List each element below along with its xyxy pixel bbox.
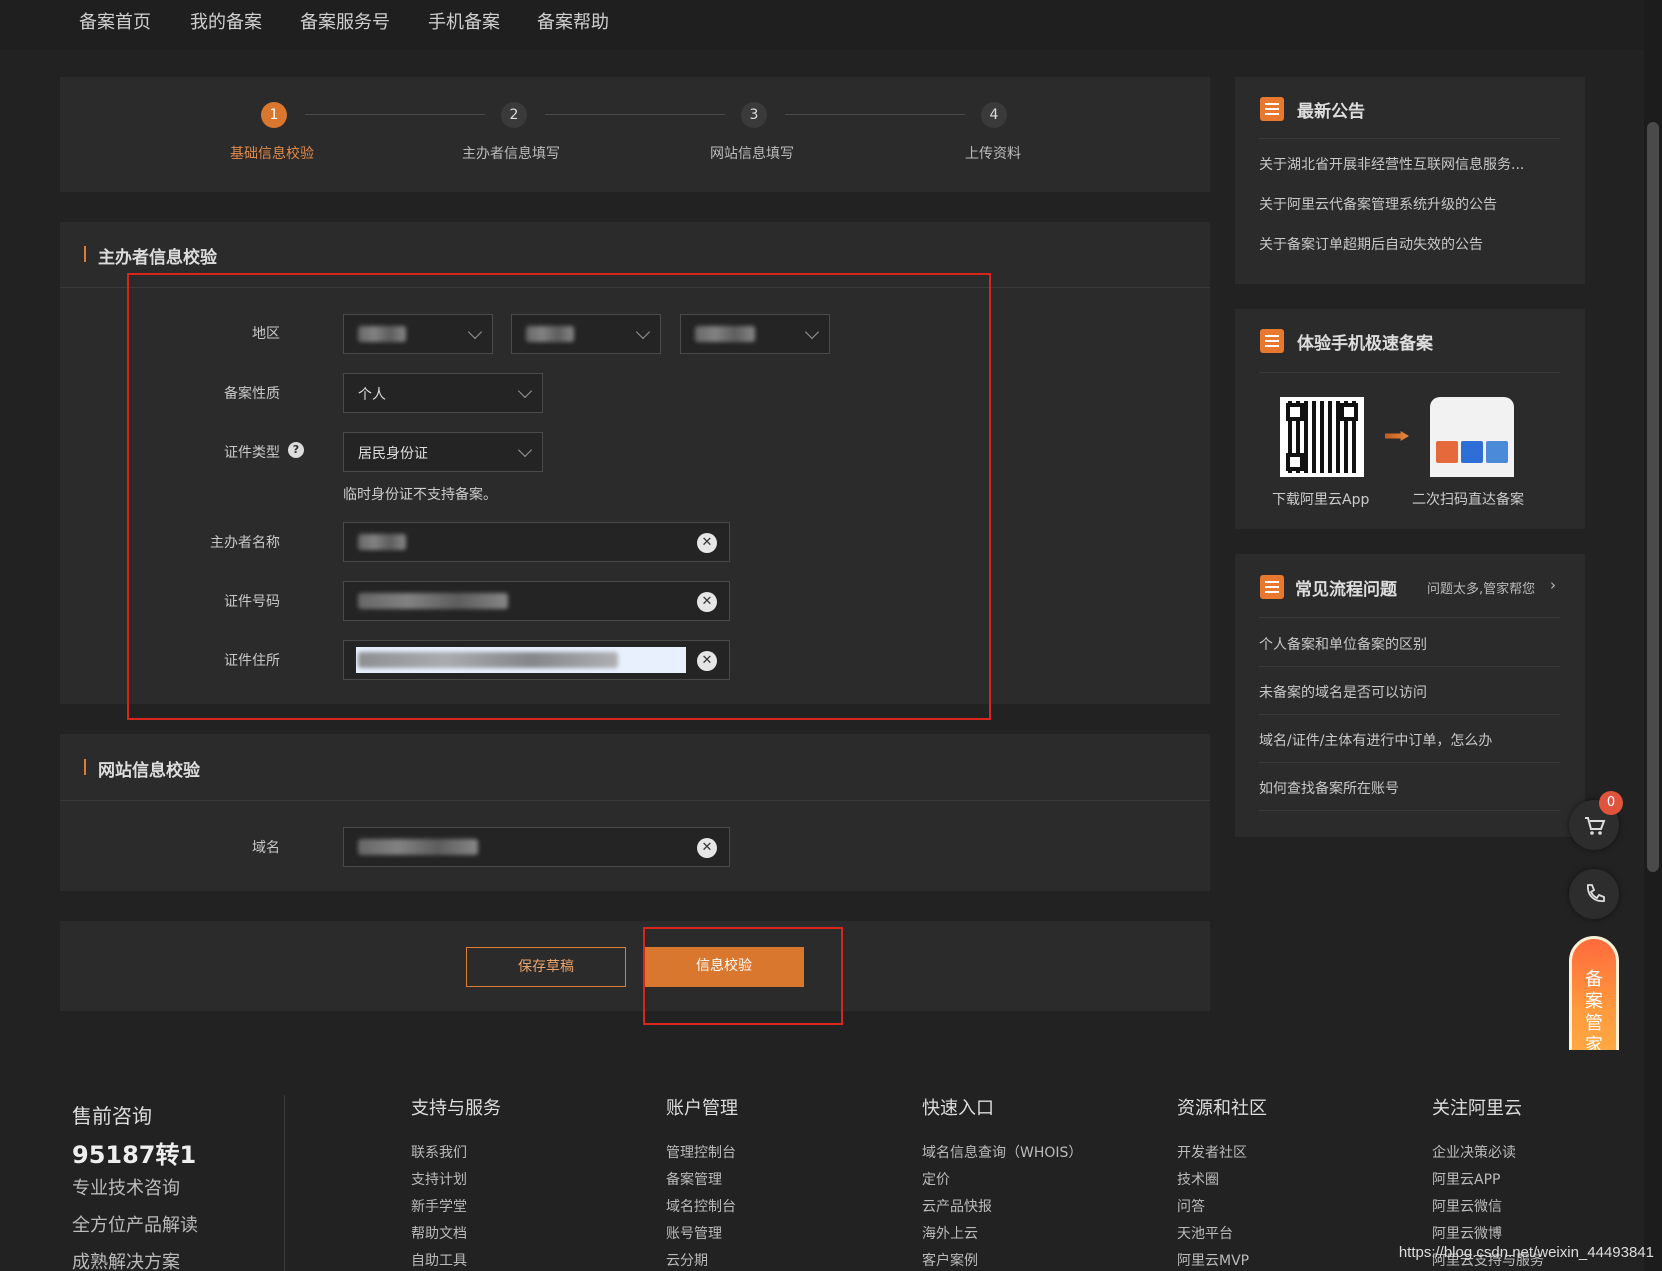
footer-link[interactable]: 账号管理 (666, 1223, 722, 1243)
nav-help[interactable]: 备案帮助 (537, 8, 609, 34)
watermark: https://blog.csdn.net/weixin_44493841 (1398, 1244, 1654, 1261)
footer-link[interactable]: 企业决策必读 (1432, 1142, 1516, 1162)
footer-link[interactable]: 自助工具 (411, 1250, 467, 1270)
footer-col-head: 资源和社区 (1177, 1098, 1267, 1119)
footer-link[interactable]: 问答 (1177, 1196, 1205, 1216)
faq-icon (1260, 575, 1284, 599)
footer-link[interactable]: 阿里云微博 (1432, 1223, 1502, 1243)
footer-link[interactable]: 云分期 (666, 1250, 708, 1270)
phone-icon (1587, 884, 1605, 902)
mobile-caption-left: 下载阿里云App (1272, 492, 1370, 508)
faq-title: 常见流程问题 (1295, 580, 1397, 600)
nav-mobile-filing[interactable]: 手机备案 (428, 8, 500, 34)
footer-col-head: 快速入口 (922, 1098, 994, 1119)
divider (1259, 714, 1560, 715)
footer-link[interactable]: 域名控制台 (666, 1196, 736, 1216)
footer-col-head: 支持与服务 (411, 1098, 501, 1119)
footer-link[interactable]: 技术圈 (1177, 1169, 1219, 1189)
footer-link[interactable]: 阿里云MVP (1177, 1250, 1249, 1270)
scrollbar-thumb[interactable] (1647, 122, 1659, 872)
footer (0, 1050, 1644, 1271)
consult-title: 售前咨询 (72, 1104, 152, 1128)
step-1-circle: 1 (261, 102, 287, 128)
divider (1259, 372, 1560, 373)
step-3-circle: 3 (741, 102, 767, 128)
scrollbar[interactable] (1644, 0, 1662, 1271)
nav-my-filings[interactable]: 我的备案 (190, 8, 262, 34)
notice-link[interactable]: 关于阿里云代备案管理系统升级的公告 (1259, 194, 1559, 214)
action-bar (60, 921, 1210, 1011)
notice-icon (1260, 97, 1284, 121)
section-divider (60, 800, 1210, 801)
footer-link[interactable]: 开发者社区 (1177, 1142, 1247, 1162)
faq-link[interactable]: 未备案的域名是否可以访问 (1259, 682, 1559, 702)
step-connector (305, 114, 485, 115)
site-section-title: 网站信息校验 (84, 756, 200, 781)
footer-link[interactable]: 阿里云微信 (1432, 1196, 1502, 1216)
mobile-caption-right: 二次扫码直达备案 (1412, 492, 1524, 508)
divider (1259, 666, 1560, 667)
step-connector (785, 114, 965, 115)
step-3-label: 网站信息填写 (710, 146, 794, 162)
step-2-label: 主办者信息填写 (462, 146, 560, 162)
footer-divider (284, 1095, 285, 1271)
sponsor-section-title: 主办者信息校验 (84, 243, 217, 268)
footer-link[interactable]: 新手学堂 (411, 1196, 467, 1216)
cart-badge: 0 (1599, 791, 1623, 815)
clear-icon[interactable]: ✕ (697, 838, 717, 858)
domain-input[interactable]: ✕ (343, 827, 730, 867)
footer-col-head: 账户管理 (666, 1098, 738, 1119)
divider (1259, 810, 1560, 811)
steps-panel (60, 77, 1210, 192)
phone-button[interactable] (1569, 869, 1619, 919)
footer-link[interactable]: 海外上云 (922, 1223, 978, 1243)
notice-title: 最新公告 (1297, 102, 1365, 122)
nav-service-number[interactable]: 备案服务号 (300, 8, 390, 34)
step-4-label: 上传资料 (965, 146, 1021, 162)
step-4-circle: 4 (981, 102, 1007, 128)
faq-link[interactable]: 如何查找备案所在账号 (1259, 778, 1559, 798)
notice-link[interactable]: 关于备案订单超期后自动失效的公告 (1259, 234, 1559, 254)
footer-link[interactable]: 管理控制台 (666, 1142, 736, 1162)
footer-link[interactable]: 联系我们 (411, 1142, 467, 1162)
consult-line: 专业技术咨询 (72, 1178, 180, 1199)
divider (1259, 762, 1560, 763)
consult-phone: 95187转1 (72, 1141, 197, 1169)
footer-link[interactable]: 天池平台 (1177, 1223, 1233, 1243)
domain-label: 域名 (252, 840, 280, 856)
mobile-title: 体验手机极速备案 (1297, 334, 1433, 354)
faq-link[interactable]: 个人备案和单位备案的区别 (1259, 634, 1559, 654)
consult-line: 全方位产品解读 (72, 1215, 198, 1236)
qr-code (1280, 397, 1364, 477)
top-nav: 备案首页 我的备案 备案服务号 手机备案 备案帮助 (0, 0, 1644, 50)
chevron-right-icon[interactable]: › (1550, 576, 1556, 594)
highlight-box (127, 273, 991, 720)
footer-link[interactable]: 客户案例 (922, 1250, 978, 1270)
divider (1259, 617, 1560, 618)
step-2-circle: 2 (501, 102, 527, 128)
faq-link[interactable]: 域名/证件/主体有进行中订单，怎么办 (1259, 730, 1559, 750)
faq-subtitle[interactable]: 问题太多,管家帮您 (1427, 578, 1535, 597)
footer-link[interactable]: 定价 (922, 1169, 950, 1189)
site-section (60, 734, 1210, 891)
footer-link[interactable]: 备案管理 (666, 1169, 722, 1189)
footer-link[interactable]: 云产品快报 (922, 1196, 992, 1216)
nav-home[interactable]: 备案首页 (79, 8, 151, 34)
divider (1259, 138, 1560, 139)
consult-line: 成熟解决方案 (72, 1252, 180, 1271)
notice-link[interactable]: 关于湖北省开展非经营性互联网信息服务... (1259, 154, 1559, 174)
footer-link[interactable]: 阿里云APP (1432, 1169, 1500, 1189)
footer-link[interactable]: 帮助文档 (411, 1223, 467, 1243)
step-1-label: 基础信息校验 (230, 146, 314, 162)
mobile-icon (1260, 329, 1284, 353)
footer-link[interactable]: 支持计划 (411, 1169, 467, 1189)
footer-link[interactable]: 域名信息查询（WHOIS） (922, 1142, 1082, 1162)
highlight-box (643, 927, 843, 1025)
footer-col-head: 关注阿里云 (1432, 1098, 1522, 1119)
phone-screenshot (1430, 397, 1514, 477)
save-draft-button[interactable]: 保存草稿 (466, 947, 626, 987)
step-connector (545, 114, 725, 115)
